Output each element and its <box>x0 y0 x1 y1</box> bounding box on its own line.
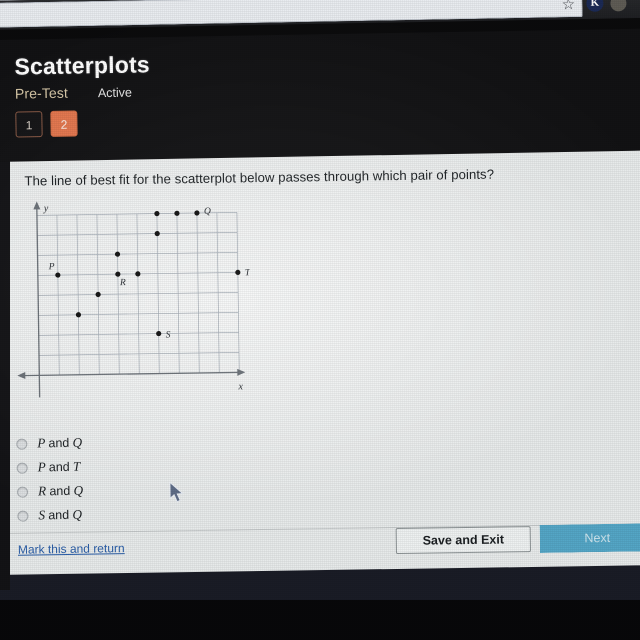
point-label-R: R <box>119 278 126 288</box>
x-axis-label: x <box>237 381 243 392</box>
photo-bottom-edge <box>0 600 640 640</box>
kami-extension-icon[interactable]: K <box>586 0 604 12</box>
question-nav: 1 2 <box>15 100 640 138</box>
app-header: Scatterplots Pre-Test Active 1 2 <box>0 28 640 162</box>
radio-button-3[interactable] <box>17 510 29 522</box>
status-badge: Active <box>97 85 133 101</box>
radio-button-1[interactable] <box>16 462 28 474</box>
answer-label-1: P and T <box>38 459 81 476</box>
answer-2-conj: and <box>49 483 71 499</box>
answer-3-conj: and <box>48 507 70 523</box>
page-title: Scatterplots <box>14 51 151 80</box>
data-point-0 <box>55 272 61 278</box>
data-point-3 <box>115 271 121 277</box>
screenshot-photo: ...learn.edgenuity.com/Player/ ☆ K Scatt… <box>0 0 640 640</box>
y-axis <box>36 207 41 398</box>
y-axis-label: y <box>43 203 49 214</box>
point-label-Q: Q <box>204 207 211 217</box>
browser-chrome: ...learn.edgenuity.com/Player/ ☆ K <box>0 0 640 32</box>
answer-choice-3[interactable]: S and Q <box>17 499 337 528</box>
photo-left-edge <box>0 150 10 590</box>
answer-3-first: S <box>38 507 46 523</box>
x-axis <box>21 371 240 377</box>
assignment-type-label: Pre-Test <box>14 84 69 102</box>
question-prompt: The line of best fit for the scatterplot… <box>24 166 495 189</box>
answer-0-second: Q <box>72 434 83 450</box>
axes <box>21 207 240 398</box>
data-point-5 <box>135 271 141 277</box>
answer-1-first: P <box>37 459 46 475</box>
grid-lines <box>36 212 240 376</box>
question-panel: The line of best fit for the scatterplot… <box>0 142 640 584</box>
radio-button-0[interactable] <box>16 438 28 450</box>
data-point-7 <box>154 210 160 217</box>
next-button[interactable]: Next <box>540 523 640 553</box>
extension-icons: K <box>586 0 627 12</box>
answer-1-conj: and <box>48 459 70 475</box>
bookmark-star-icon[interactable]: ☆ <box>559 0 577 14</box>
answer-1-second: T <box>72 458 81 474</box>
radio-button-2[interactable] <box>16 486 29 498</box>
answer-label-0: P and Q <box>37 435 82 452</box>
answer-choice-list: P and Q P and T R and Q S and Q <box>16 427 337 528</box>
scatterplot-svg: y x P R S Q T <box>17 201 251 398</box>
x-axis-arrow-left <box>17 372 26 380</box>
answer-3-second: Q <box>72 506 83 522</box>
data-point-1 <box>75 312 82 318</box>
x-axis-arrow-right <box>237 368 246 376</box>
mark-this-and-return-link[interactable]: Mark this and return <box>18 541 125 557</box>
save-and-exit-button[interactable]: Save and Exit <box>395 526 531 555</box>
question-nav-item-2[interactable]: 2 <box>50 110 78 137</box>
answer-0-first: P <box>37 435 46 451</box>
scatterplot-figure: y x PRSQT <box>13 190 252 503</box>
point-label-P: P <box>48 262 55 272</box>
answer-label-3: S and Q <box>38 507 82 524</box>
extension-icon[interactable] <box>610 0 627 11</box>
answer-2-first: R <box>37 483 47 499</box>
data-point-9 <box>174 210 180 216</box>
point-label-S: S <box>166 330 171 340</box>
data-point-10 <box>194 210 200 216</box>
data-point-11 <box>235 269 241 275</box>
data-point-6 <box>154 230 160 237</box>
answer-0-conj: and <box>48 435 70 451</box>
data-point-2 <box>95 291 101 298</box>
answer-2-second: Q <box>73 482 84 498</box>
data-point-8 <box>156 330 162 337</box>
axis-arrows <box>17 201 246 380</box>
answer-label-2: R and Q <box>38 483 83 500</box>
data-point-4 <box>114 251 121 257</box>
point-label-T: T <box>245 268 251 278</box>
y-axis-arrow <box>33 201 41 210</box>
question-nav-item-1[interactable]: 1 <box>15 111 43 138</box>
